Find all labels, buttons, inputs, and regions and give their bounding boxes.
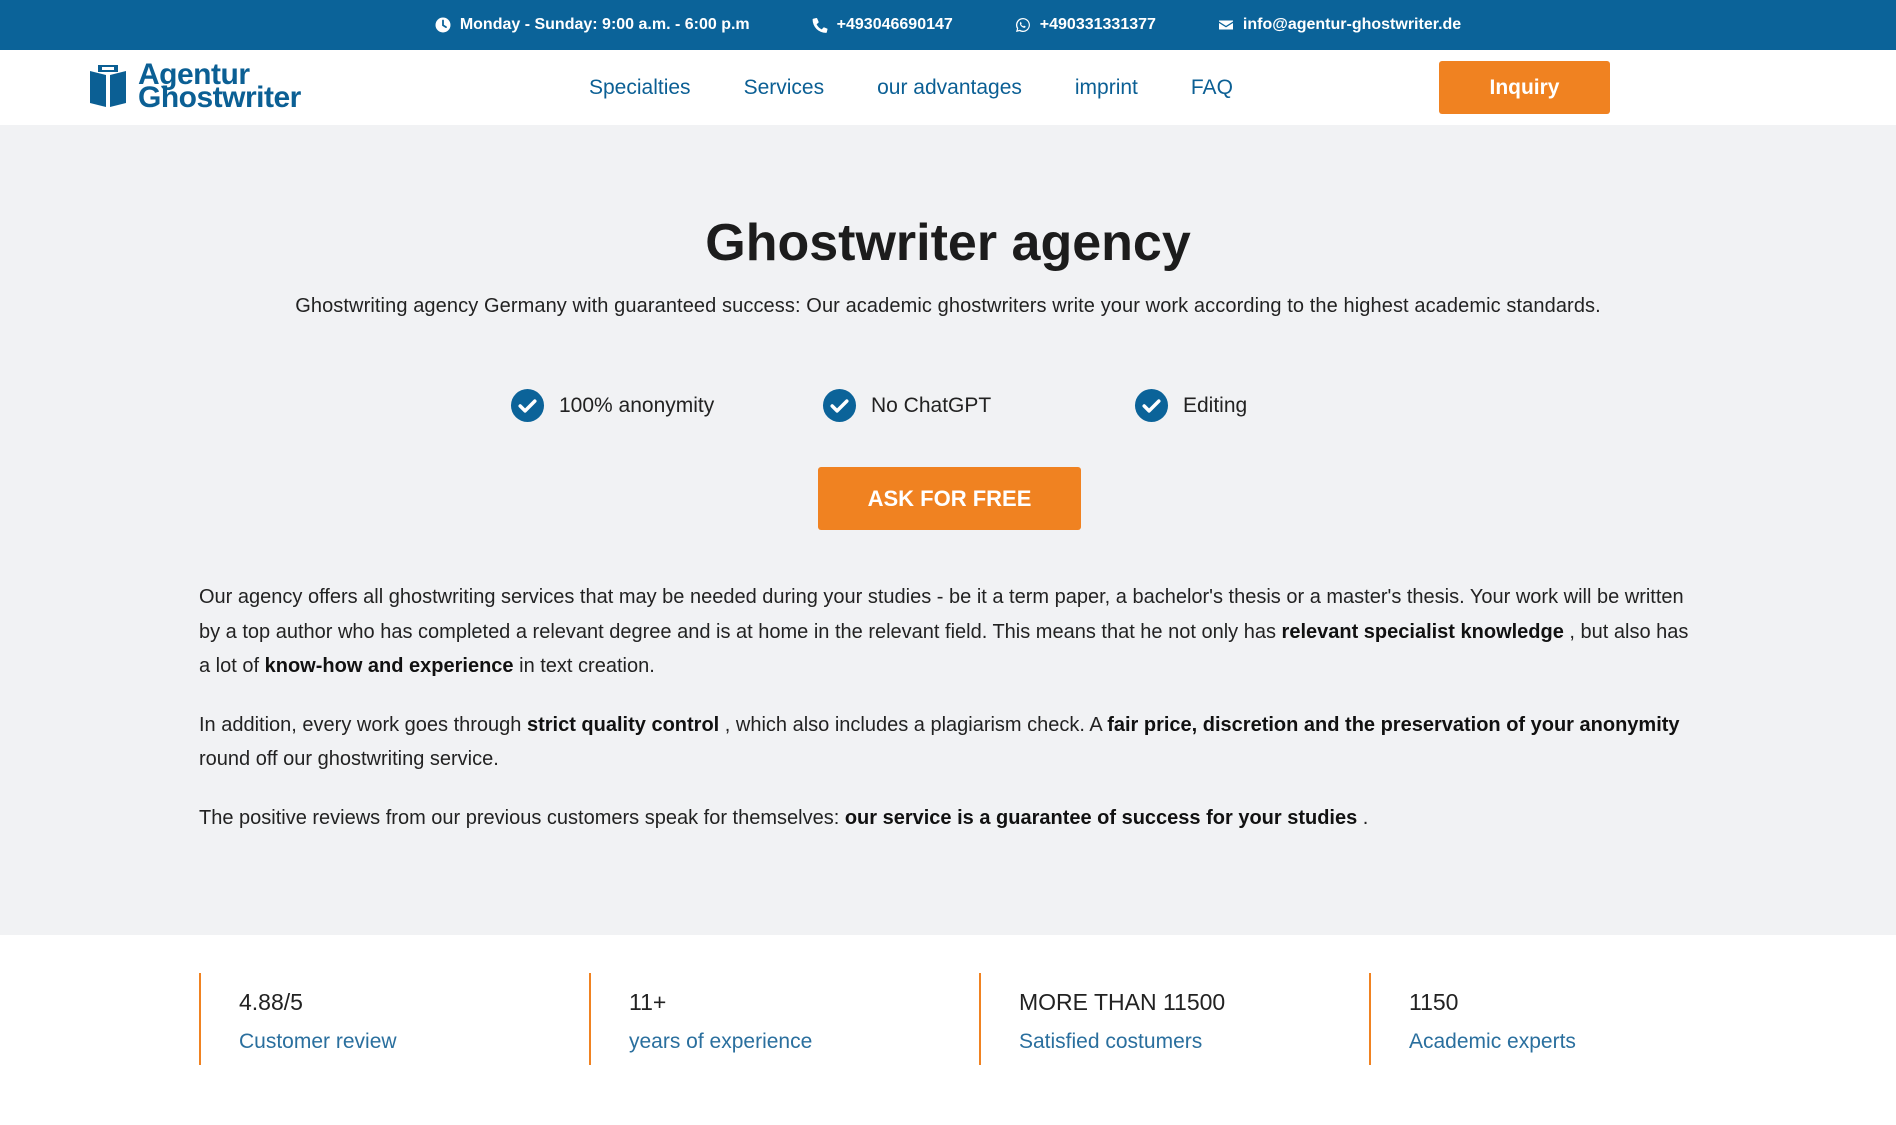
check-circle-icon xyxy=(1134,388,1169,423)
clock-icon xyxy=(435,17,451,33)
nav-services[interactable]: Services xyxy=(744,76,825,100)
stat-item: MORE THAN 11500 Satisfied costumers xyxy=(979,973,1225,1065)
stats-section: 4.88/5 Customer review 11+ years of expe… xyxy=(0,935,1896,1125)
hero-subtitle: Ghostwriting agency Germany with guarant… xyxy=(295,295,1601,317)
email-address: info@agentur-ghostwriter.de xyxy=(1242,16,1462,33)
envelope-icon xyxy=(1218,20,1233,30)
bold-text: relevant specialist knowledge xyxy=(1281,620,1564,643)
stat-label: Academic experts xyxy=(1409,1030,1576,1053)
intro-paragraph-1: Our agency offers all ghostwriting servi… xyxy=(199,580,1699,684)
nav-our-advantages[interactable]: our advantages xyxy=(877,76,1022,100)
stat-item: 4.88/5 Customer review xyxy=(199,973,397,1065)
stat-value: 1150 xyxy=(1409,989,1459,1015)
stat-label: Customer review xyxy=(239,1030,397,1053)
nav-specialties[interactable]: Specialties xyxy=(589,76,691,100)
text-run: The positive reviews from our previous c… xyxy=(199,806,845,829)
phone-icon xyxy=(812,17,828,33)
email-link[interactable]: info@agentur-ghostwriter.de xyxy=(1218,16,1461,34)
opening-hours: Monday - Sunday: 9:00 a.m. - 6:00 p.m xyxy=(435,16,750,34)
book-logo-icon xyxy=(90,65,126,107)
intro-paragraph-2: In addition, every work goes through str… xyxy=(199,708,1699,777)
stat-label: years of experience xyxy=(629,1030,813,1053)
main-nav: Specialties Services our advantages impr… xyxy=(589,50,1233,125)
bold-text: know-how and experience xyxy=(264,655,514,677)
stat-value: MORE THAN 11500 xyxy=(1019,989,1226,1015)
phone-link[interactable]: +493046690147 xyxy=(812,16,953,34)
feature-item: 100% anonymity xyxy=(510,388,822,423)
site-header: Agentur Ghostwriter Specialties Services… xyxy=(0,50,1896,125)
top-contact-bar: Monday - Sunday: 9:00 a.m. - 6:00 p.m +4… xyxy=(0,0,1896,50)
text-run: . xyxy=(1357,806,1369,829)
bold-text: our service is a guarantee of success fo… xyxy=(844,806,1358,829)
whatsapp-number: +490331331377 xyxy=(1039,16,1156,33)
feature-checklist: 100% anonymity No ChatGPT Editing xyxy=(510,388,1446,423)
intro-paragraph-3: The positive reviews from our previous c… xyxy=(199,801,1699,836)
check-circle-icon xyxy=(510,388,545,423)
text-run: , which also includes a plagiarism check… xyxy=(719,713,1108,736)
nav-imprint[interactable]: imprint xyxy=(1075,76,1138,100)
logo[interactable]: Agentur Ghostwriter xyxy=(88,60,301,114)
whatsapp-link[interactable]: +490331331377 xyxy=(1015,16,1156,34)
stat-value: 11+ xyxy=(629,989,667,1015)
bold-text: fair price, discretion and the preservat… xyxy=(1107,713,1680,736)
logo-line-2: Ghostwriter xyxy=(138,81,301,114)
feature-label: No ChatGPT xyxy=(871,393,992,417)
hero-section: Ghostwriter agency Ghostwriting agency G… xyxy=(0,125,1896,935)
stat-value: 4.88/5 xyxy=(239,989,303,1015)
whatsapp-icon xyxy=(1015,18,1030,32)
bold-text: strict quality control xyxy=(526,713,720,736)
stat-item: 11+ years of experience xyxy=(589,973,812,1065)
text-run: in text creation. xyxy=(513,655,655,677)
feature-label: Editing xyxy=(1183,393,1248,417)
stat-label: Satisfied costumers xyxy=(1019,1030,1203,1053)
inquiry-button[interactable]: Inquiry xyxy=(1439,61,1610,114)
logo-text: Agentur Ghostwriter xyxy=(138,60,301,114)
check-circle-icon xyxy=(822,388,857,423)
nav-faq[interactable]: FAQ xyxy=(1191,76,1233,100)
stat-item: 1150 Academic experts xyxy=(1369,973,1576,1065)
phone-number: +493046690147 xyxy=(836,16,953,33)
page-title: Ghostwriter agency xyxy=(705,214,1191,272)
ask-for-free-button[interactable]: ASK FOR FREE xyxy=(818,467,1081,530)
text-run: round off our ghostwriting service. xyxy=(199,748,499,770)
feature-label: 100% anonymity xyxy=(559,393,715,417)
intro-text: Our agency offers all ghostwriting servi… xyxy=(199,580,1699,835)
opening-hours-text: Monday - Sunday: 9:00 a.m. - 6:00 p.m xyxy=(459,16,750,33)
text-run: In addition, every work goes through xyxy=(199,713,527,736)
feature-item: Editing xyxy=(1134,388,1446,423)
feature-item: No ChatGPT xyxy=(822,388,1134,423)
